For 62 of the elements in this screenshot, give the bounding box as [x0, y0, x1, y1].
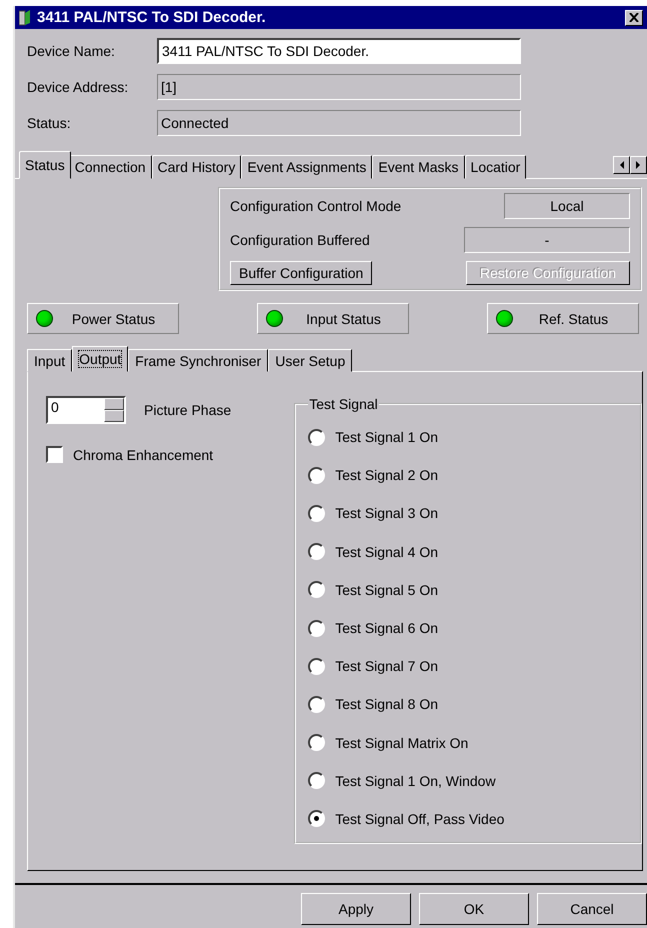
tab[interactable]: Locatior: [464, 155, 526, 179]
dialog-button[interactable]: OK: [419, 893, 529, 925]
radio-label: Test Signal 5 On: [335, 582, 438, 598]
text-field[interactable]: [1]: [157, 74, 521, 100]
indicator-label: Ref. Status: [538, 310, 610, 326]
right-arrow-icon: [636, 161, 641, 169]
radio-button[interactable]: [308, 428, 326, 446]
radio-label: Test Signal 2 On: [335, 467, 438, 484]
text-field[interactable]: 3411 PAL/NTSC To SDI Decoder.: [157, 38, 521, 64]
radio-label: Test Signal 1 On: [335, 429, 438, 446]
card-icon: [19, 10, 31, 26]
radio-button[interactable]: [308, 696, 326, 713]
radio-label: Test Signal 1 On, Window: [335, 772, 496, 789]
spin-field[interactable]: 0: [46, 396, 126, 424]
tab[interactable]: Status: [19, 151, 71, 179]
radio-button[interactable]: [308, 772, 326, 790]
group-title: Test Signal: [308, 396, 379, 412]
scroll-left-button[interactable]: [613, 156, 630, 174]
radio-button[interactable]: [308, 466, 326, 484]
field-label: Device Address:: [27, 79, 130, 95]
radio-label: Test Signal 6 On: [335, 620, 438, 636]
radio-button[interactable]: [308, 810, 326, 828]
radio-label: Test Signal 7 On: [335, 658, 438, 674]
indicator-label: Input Status: [305, 310, 382, 326]
checkbox[interactable]: [46, 446, 63, 463]
mode-value: Local: [504, 193, 630, 219]
tab[interactable]: Input: [27, 349, 72, 372]
radio-button[interactable]: [308, 543, 326, 560]
window-title: 3411 PAL/NTSC To SDI Decoder.: [37, 9, 267, 26]
dialog-button[interactable]: Cancel: [537, 893, 647, 925]
tab[interactable]: Event Assignments: [241, 155, 372, 179]
picture-phase-label: Picture Phase: [144, 402, 232, 418]
radio-label: Test Signal Off, Pass Video: [335, 810, 504, 827]
buffered-label: Configuration Buffered: [230, 232, 370, 248]
field-label: Device Name:: [27, 43, 116, 59]
scroll-right-button[interactable]: [630, 156, 647, 174]
tab[interactable]: Output: [72, 346, 128, 372]
tab[interactable]: Event Masks: [372, 155, 465, 179]
checkbox-label: Chroma Enhancement: [73, 446, 214, 462]
radio-label: Test Signal 4 On: [335, 544, 438, 560]
radio-label: Test Signal 8 On: [335, 696, 438, 712]
radio-button[interactable]: [308, 658, 326, 675]
radio-button[interactable]: [308, 734, 326, 752]
tab[interactable]: User Setup: [268, 349, 352, 372]
radio-button[interactable]: [308, 504, 326, 522]
text-field[interactable]: Connected: [157, 110, 521, 136]
radio-button[interactable]: [308, 620, 326, 637]
tab[interactable]: Card History: [152, 155, 242, 179]
buffered-value: -: [464, 227, 630, 253]
radio-label: Test Signal Matrix On: [335, 734, 468, 751]
close-button[interactable]: [625, 10, 643, 26]
radio-label: Test Signal 3 On: [335, 505, 438, 522]
dialog-button[interactable]: Apply: [301, 893, 411, 925]
mode-label: Configuration Control Mode: [230, 198, 402, 214]
left-arrow-icon: [619, 161, 624, 169]
tab[interactable]: Connection: [68, 155, 152, 179]
radio-button[interactable]: [308, 581, 326, 598]
indicator-label: Power Status: [70, 310, 156, 326]
tab[interactable]: Frame Synchroniser: [128, 349, 268, 372]
config-button[interactable]: Buffer Configuration: [230, 261, 372, 285]
field-label: Status:: [27, 115, 72, 131]
close-icon: [629, 13, 639, 22]
